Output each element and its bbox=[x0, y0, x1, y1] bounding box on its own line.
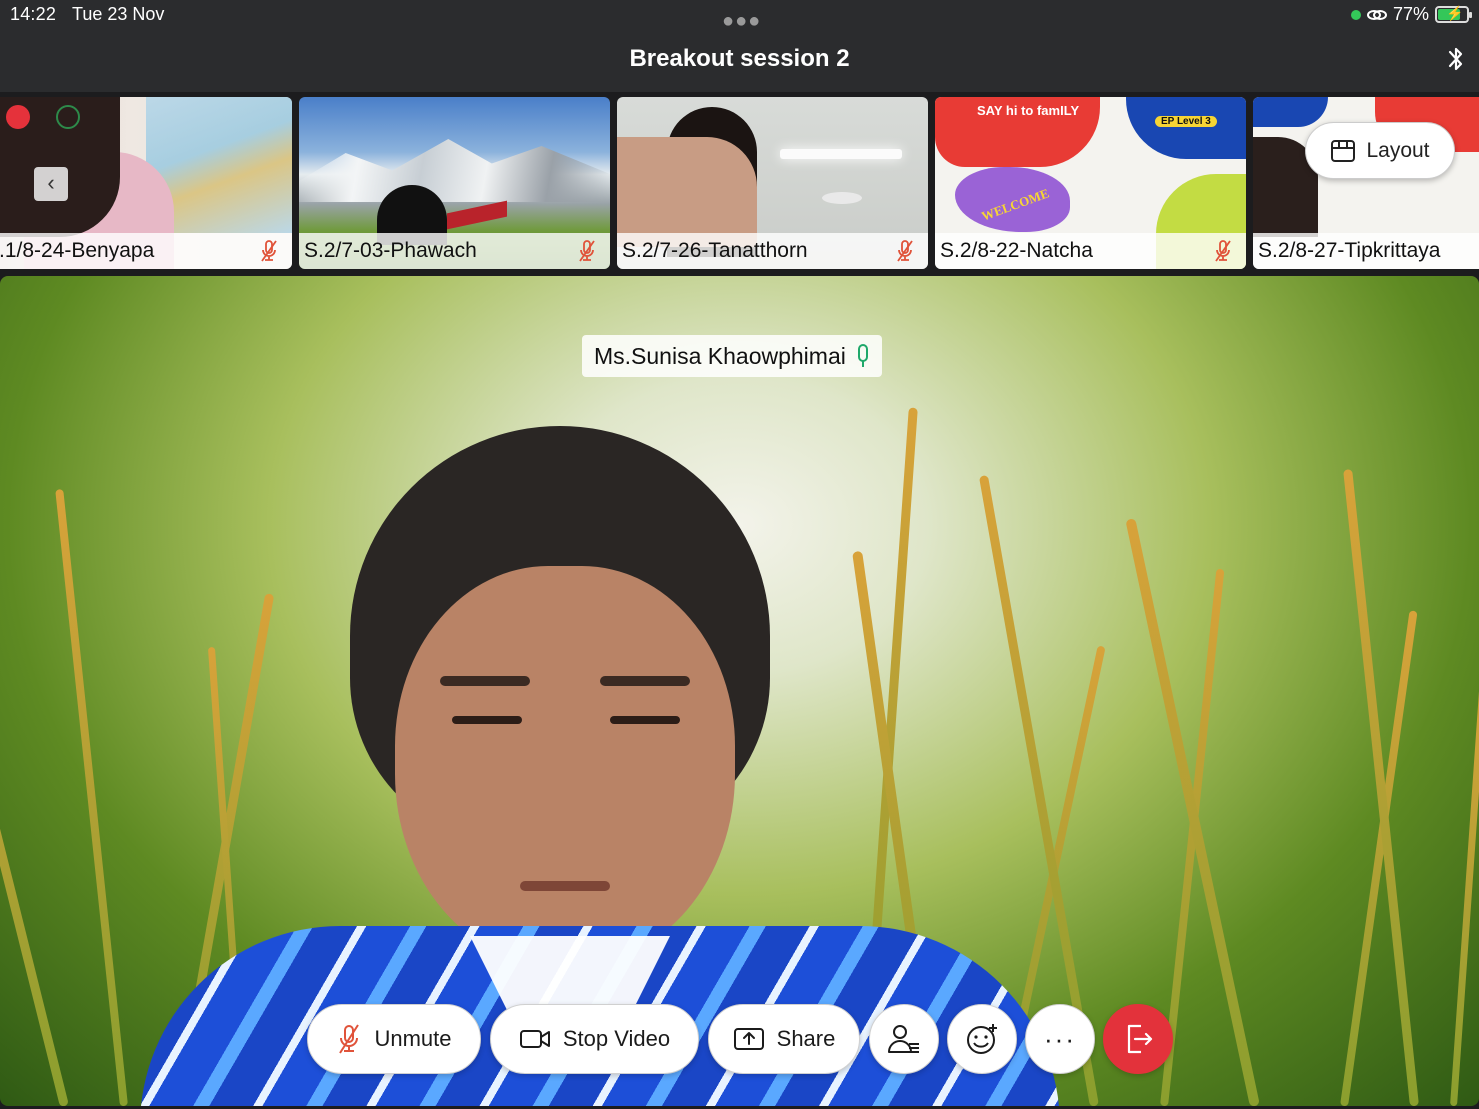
slide-banner-text: SAY hi to famILY bbox=[977, 103, 1080, 118]
participant-tile[interactable]: S.2/7-26-Tanatthorn bbox=[617, 97, 928, 269]
add-reaction-icon bbox=[967, 1024, 997, 1054]
reactions-button[interactable] bbox=[947, 1004, 1017, 1074]
timer-icon bbox=[56, 105, 80, 129]
participant-name: S.2/7-03-Phawach bbox=[299, 233, 610, 269]
share-screen-icon bbox=[733, 1028, 764, 1050]
active-speaker-label: Ms.Sunisa Khaowphimai bbox=[582, 335, 882, 377]
slide-level-badge: EP Level 3 bbox=[1155, 116, 1217, 127]
mic-muted-icon bbox=[897, 240, 913, 262]
link-icon bbox=[1366, 9, 1387, 20]
layout-button-label: Layout bbox=[1366, 138, 1430, 162]
mountain-background bbox=[299, 139, 610, 202]
charging-bolt-icon: ⚡ bbox=[1446, 5, 1464, 21]
participant-name: S.2/8-27-Tipkrittaya bbox=[1253, 233, 1479, 269]
mic-muted-icon bbox=[339, 1024, 360, 1054]
more-options-icon: ··· bbox=[1044, 1023, 1076, 1054]
speaker-brow bbox=[440, 676, 530, 686]
slide-background-shape bbox=[1253, 97, 1328, 127]
layout-button[interactable]: Layout bbox=[1305, 122, 1455, 179]
participant-name: S.2/7-26-Tanatthorn bbox=[617, 233, 928, 269]
ceiling-light-background bbox=[780, 149, 902, 159]
previous-page-button[interactable]: ‹ bbox=[34, 167, 68, 201]
top-bar: 14:22 Tue 23 Nov ●●● 77% ⚡ Breakout sess… bbox=[0, 0, 1479, 92]
speaker-eye bbox=[452, 716, 522, 724]
speaker-mouth bbox=[520, 881, 610, 891]
leave-meeting-button[interactable] bbox=[1103, 1004, 1173, 1074]
participant-tile[interactable]: SAY hi to famILY EP Level 3 WELCOME S.2/… bbox=[935, 97, 1246, 269]
battery-icon: ⚡ bbox=[1435, 5, 1472, 23]
participant-tile[interactable]: S.2/7-03-Phawach bbox=[299, 97, 610, 269]
slide-background-shape bbox=[1126, 97, 1246, 159]
participant-strip[interactable]: ‹ .1/8-24-Benyapa S.2/7-03-Phawach S.2/7… bbox=[0, 96, 1479, 270]
mic-muted-icon bbox=[261, 240, 277, 262]
share-button[interactable]: Share bbox=[708, 1004, 860, 1074]
participant-tile[interactable]: ‹ .1/8-24-Benyapa bbox=[0, 97, 292, 269]
active-speaker-video[interactable]: Ms.Sunisa Khaowphimai bbox=[0, 276, 1479, 1106]
video-camera-icon bbox=[519, 1030, 550, 1048]
ceiling-fan-background bbox=[822, 192, 862, 204]
active-speaker-name: Ms.Sunisa Khaowphimai bbox=[594, 342, 846, 369]
muted-badge-icon bbox=[6, 105, 30, 129]
share-label: Share bbox=[776, 1026, 836, 1051]
participants-button[interactable] bbox=[869, 1004, 939, 1074]
participant-name: S.2/8-22-Natcha bbox=[935, 233, 1246, 269]
speaker-eye bbox=[610, 716, 680, 724]
status-indicators: 77% ⚡ bbox=[1350, 4, 1472, 25]
status-time: 14:22 bbox=[10, 4, 57, 24]
layout-icon bbox=[1331, 139, 1356, 162]
participant-video bbox=[617, 137, 757, 247]
participant-name: .1/8-24-Benyapa bbox=[0, 233, 292, 269]
mic-muted-icon bbox=[579, 240, 595, 262]
battery-percent: 77% bbox=[1392, 4, 1429, 24]
bluetooth-icon[interactable] bbox=[1445, 44, 1467, 74]
speaker-face bbox=[395, 566, 735, 966]
stop-video-button[interactable]: Stop Video bbox=[490, 1004, 699, 1074]
stop-video-label: Stop Video bbox=[562, 1026, 671, 1051]
multitasking-dots-icon[interactable]: ●●● bbox=[722, 10, 761, 33]
mic-muted-icon bbox=[1215, 240, 1231, 262]
leave-icon bbox=[1127, 1024, 1153, 1054]
session-title: Breakout session 2 bbox=[629, 45, 850, 72]
unmute-button[interactable]: Unmute bbox=[307, 1004, 481, 1074]
more-options-button[interactable]: ··· bbox=[1025, 1004, 1095, 1074]
participants-icon bbox=[888, 1025, 919, 1053]
camera-in-use-dot-icon bbox=[1350, 9, 1361, 20]
train-background bbox=[447, 200, 507, 230]
speaker-brow bbox=[600, 676, 690, 686]
meeting-controls: Unmute Stop Video Share ··· bbox=[0, 1004, 1479, 1076]
mic-active-icon bbox=[857, 344, 868, 367]
status-date: Tue 23 Nov bbox=[72, 4, 165, 24]
unmute-label: Unmute bbox=[374, 1026, 452, 1051]
